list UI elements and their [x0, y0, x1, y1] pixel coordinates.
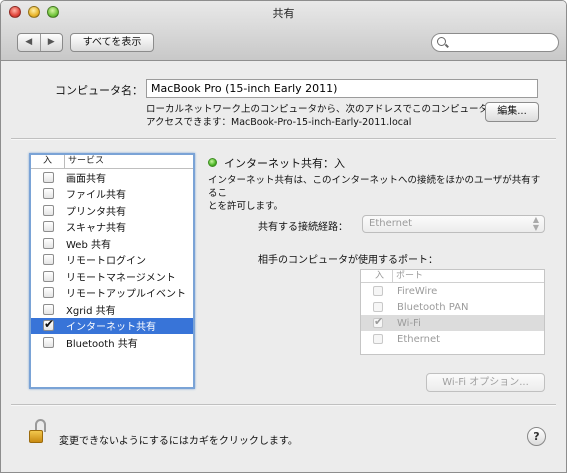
service-label: リモートログイン [66, 256, 146, 268]
wifi-options-button[interactable]: Wi-Fi オプション... [426, 373, 545, 392]
system-preferences-window: 共有 ◀ ▶ すべてを表示 コンピュータ名： MacBook Pro (15-i… [0, 0, 567, 473]
search-icon [437, 37, 446, 46]
ports-label: 相手のコンピュータが使用するポート： [258, 255, 438, 266]
service-label: インターネット共有 [66, 322, 156, 334]
port-row[interactable]: Wi-Fi [361, 315, 544, 331]
service-checkbox[interactable] [43, 336, 54, 348]
service-list-header: 入 サービス [31, 155, 193, 169]
service-list: 入 サービス 画面共有ファイル共有 プリンタ共有 スキャナ共有 Web 共有リモートロ… [29, 153, 195, 389]
service-checkbox[interactable] [43, 287, 54, 299]
service-checkbox[interactable] [43, 317, 54, 332]
back-forward-control: ◀ ▶ [17, 33, 63, 52]
sharing-description-line2: とを許可します。 [208, 201, 284, 212]
service-checkbox[interactable] [43, 237, 54, 249]
lock-icon[interactable] [29, 419, 47, 445]
port-label: FireWire [397, 285, 438, 297]
status-indicator-icon [208, 158, 217, 167]
port-label: Bluetooth PAN [397, 301, 469, 313]
search-field[interactable] [431, 33, 559, 52]
titlebar: 共有 ◀ ▶ すべてを表示 [1, 1, 566, 61]
service-row[interactable]: Xgrid 共有 [31, 301, 193, 318]
service-label: プリンタ共有 [66, 206, 126, 218]
port-checkbox[interactable] [373, 334, 383, 344]
column-header-on[interactable]: 入 [31, 155, 65, 168]
service-label: Web 共有 [66, 239, 111, 251]
service-label: リモートマネージメント [66, 272, 176, 284]
service-row[interactable]: リモートマネージメント [31, 268, 193, 285]
ports-list: 入 ポート FireWire Bluetooth PAN Wi-Fi Ethernet [360, 269, 545, 355]
ports-column-header-port[interactable]: ポート [393, 270, 423, 282]
port-row[interactable]: Ethernet [361, 331, 544, 347]
port-row[interactable]: Bluetooth PAN [361, 299, 544, 315]
share-from-value: Ethernet [369, 218, 413, 229]
service-checkbox[interactable] [43, 270, 54, 282]
sharing-description-line1: インターネット共有は、このインターネットへの接続をほかのユーザが共有するこ [208, 175, 541, 199]
popup-arrows-icon: ▲ ▼ [532, 215, 539, 232]
service-label: ファイル共有 [66, 190, 126, 202]
window-title: 共有 [272, 7, 295, 20]
computer-name-label: コンピュータ名： [55, 84, 143, 97]
port-checkbox[interactable] [373, 286, 383, 296]
share-from-popup[interactable]: Ethernet ▲ ▼ [362, 215, 545, 233]
service-row[interactable]: リモートログイン [31, 252, 193, 269]
sharing-status-title: インターネット共有：入 [224, 157, 345, 170]
edit-button[interactable]: 編集... [485, 102, 539, 122]
service-row[interactable]: Bluetooth 共有 [31, 334, 193, 351]
port-label: Wi-Fi [397, 317, 421, 329]
service-row[interactable]: プリンタ共有 [31, 202, 193, 219]
ports-column-header-on[interactable]: 入 [361, 270, 393, 282]
service-label: リモートアップルイベント [66, 289, 186, 301]
service-checkbox[interactable] [43, 221, 54, 233]
service-row[interactable]: スキャナ共有 [31, 219, 193, 236]
service-label: スキャナ共有 [66, 223, 126, 235]
service-row[interactable]: 画面共有 [31, 169, 193, 186]
service-label: Xgrid 共有 [66, 305, 116, 317]
port-checkbox[interactable] [373, 315, 383, 328]
forward-arrow-icon[interactable]: ▶ [41, 34, 63, 51]
help-button[interactable]: ? [527, 427, 546, 446]
service-row[interactable]: リモートアップルイベント [31, 285, 193, 302]
service-checkbox[interactable] [43, 303, 54, 315]
port-checkbox[interactable] [373, 302, 383, 312]
footer-divider [11, 404, 556, 405]
computer-name-field[interactable]: MacBook Pro (15-inch Early 2011) [146, 79, 538, 98]
service-checkbox[interactable] [43, 188, 54, 200]
service-row[interactable]: インターネット共有 [31, 317, 193, 334]
service-row[interactable]: Web 共有 [31, 235, 193, 252]
show-all-button[interactable]: すべてを表示 [70, 33, 154, 52]
column-header-service[interactable]: サービス [65, 155, 104, 168]
lock-message: 変更できないようにするにはカギをクリックします。 [59, 436, 298, 447]
sharing-description: インターネット共有は、このインターネットへの接続をほかのユーザが共有するこ とを… [208, 174, 546, 213]
service-checkbox[interactable] [43, 254, 54, 266]
port-row[interactable]: FireWire [361, 283, 544, 299]
service-label: 画面共有 [66, 173, 106, 185]
service-label: Bluetooth 共有 [66, 338, 138, 350]
ports-list-header: 入 ポート [361, 270, 544, 283]
address-info-line1: ローカルネットワーク上のコンピュータから、次のアドレスでこのコンピュータに [146, 104, 498, 115]
service-checkbox[interactable] [43, 171, 54, 183]
share-from-label: 共有する接続経路： [258, 222, 348, 233]
divider [11, 138, 556, 139]
service-checkbox[interactable] [43, 204, 54, 216]
back-arrow-icon[interactable]: ◀ [18, 34, 41, 51]
port-label: Ethernet [397, 333, 441, 345]
address-info-line2: アクセスできます：MacBook-Pro-15-inch-Early-2011.… [146, 117, 412, 128]
service-row[interactable]: ファイル共有 [31, 186, 193, 203]
